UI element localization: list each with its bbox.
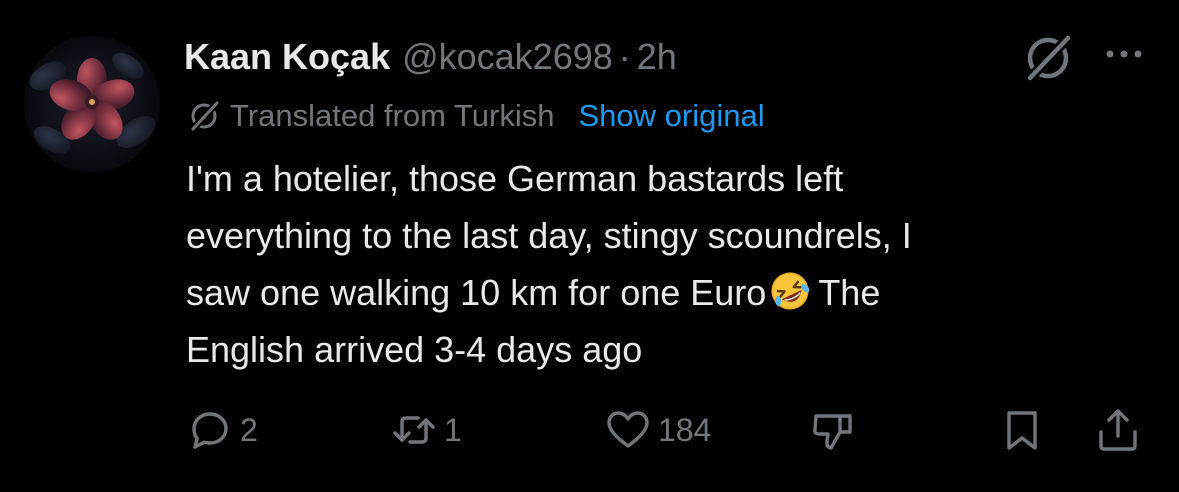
translated-label: Translated from Turkish: [230, 98, 555, 133]
translate-icon: [186, 98, 222, 134]
tweet-text-segment: saw one walking 10 km for one Euro: [186, 272, 767, 313]
avatar-flower-image: [24, 36, 160, 172]
dislike-button[interactable]: [808, 400, 856, 460]
rolling-on-floor-laughing-emoji: [768, 269, 812, 313]
avatar[interactable]: [24, 36, 160, 172]
reply-button[interactable]: 2: [186, 400, 258, 460]
translation-row: Translated from Turkish Show original: [186, 92, 765, 140]
tweet-header: Kaan Koçak @kocak2698 · 2h: [184, 30, 677, 84]
bookmark-icon: [1007, 411, 1037, 450]
like-count: 184: [658, 411, 712, 448]
bookmark-button[interactable]: [998, 400, 1046, 460]
like-button[interactable]: 184: [604, 400, 711, 460]
show-original-link[interactable]: Show original: [578, 98, 764, 134]
separator-dot: ·: [618, 36, 631, 77]
retweet-icon: [393, 416, 435, 444]
tweet-text-line: saw one walking 10 km for one Euro The: [186, 264, 1146, 321]
timestamp[interactable]: 2h: [637, 36, 677, 78]
display-name[interactable]: Kaan Koçak: [184, 36, 390, 78]
reply-count: 2: [240, 411, 258, 448]
tweet-text-line: I'm a hotelier, those German bastards le…: [186, 158, 844, 199]
retweet-count: 1: [444, 411, 462, 448]
tweet-text-segment: The: [818, 272, 881, 313]
more-icon[interactable]: [1100, 34, 1148, 74]
share-button[interactable]: [1094, 400, 1142, 460]
tweet-text: I'm a hotelier, those German bastards le…: [186, 150, 1146, 378]
heart-icon: [607, 411, 649, 448]
tweet-text-line: English arrived 3-4 days ago: [186, 329, 643, 370]
dislike-icon: [813, 414, 852, 450]
share-icon: [1099, 409, 1137, 451]
action-bar: 2 1 184: [0, 400, 1179, 460]
tweet-text-line: everything to the last day, stingy scoun…: [186, 215, 912, 256]
retweet-button[interactable]: 1: [390, 400, 462, 460]
grok-icon[interactable]: [1020, 30, 1076, 86]
reply-icon: [192, 412, 228, 449]
user-handle[interactable]: @kocak2698: [402, 36, 613, 78]
